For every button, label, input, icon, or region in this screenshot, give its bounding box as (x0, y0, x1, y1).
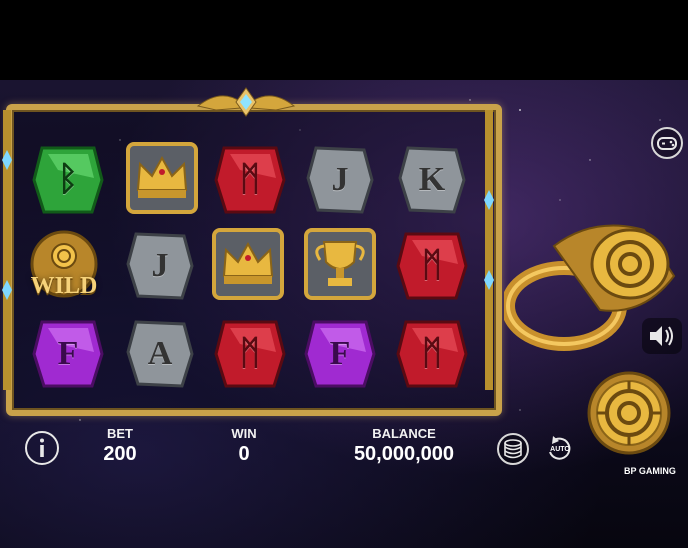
symbol-j-stone: J (300, 140, 380, 220)
spin-button[interactable] (586, 370, 672, 456)
symbol-rune-b-green: ᛒ (28, 140, 108, 220)
bet-label: BET (107, 426, 133, 441)
coin-stack-icon[interactable] (496, 432, 530, 466)
symbol-crown (118, 134, 206, 222)
reel-grid: ᛒ ᛗ J K WILD J ᛗ F A ᛗ F ᛗ (14, 116, 484, 396)
symbol-rune-m-red: ᛗ (392, 314, 472, 394)
symbol-j-stone: J (120, 226, 200, 306)
symbol-rune-m-red: ᛗ (392, 226, 472, 306)
left-pillar-ornament (2, 110, 12, 390)
symbol-rune-m-red: ᛗ (210, 314, 290, 394)
symbol-crown (204, 220, 292, 308)
frame-crest-ornament (196, 87, 296, 117)
sound-icon[interactable] (642, 318, 682, 354)
right-pillar-ornament (484, 110, 494, 390)
symbol-a-stone: A (120, 314, 200, 394)
balance-value: 50,000,000 (353, 443, 455, 465)
win-value: 0 (238, 443, 250, 465)
brand-logo: BP GAMING (624, 466, 676, 476)
autoplay-label: AUTO (550, 446, 570, 453)
symbol-f-purple: F (300, 314, 380, 394)
gamepad-icon[interactable] (650, 126, 684, 160)
symbol-trophy (296, 220, 384, 308)
symbol-k-stone: K (392, 140, 472, 220)
balance-label: BALANCE (372, 426, 436, 441)
symbol-wild-ring: WILD (18, 220, 110, 312)
info-icon[interactable] (24, 430, 60, 466)
win-label: WIN (231, 426, 257, 441)
bet-value: 200 (103, 443, 137, 465)
autoplay-button[interactable]: AUTO (544, 432, 576, 466)
symbol-f-purple: F (28, 314, 108, 394)
symbol-rune-m-red: ᛗ (210, 140, 290, 220)
